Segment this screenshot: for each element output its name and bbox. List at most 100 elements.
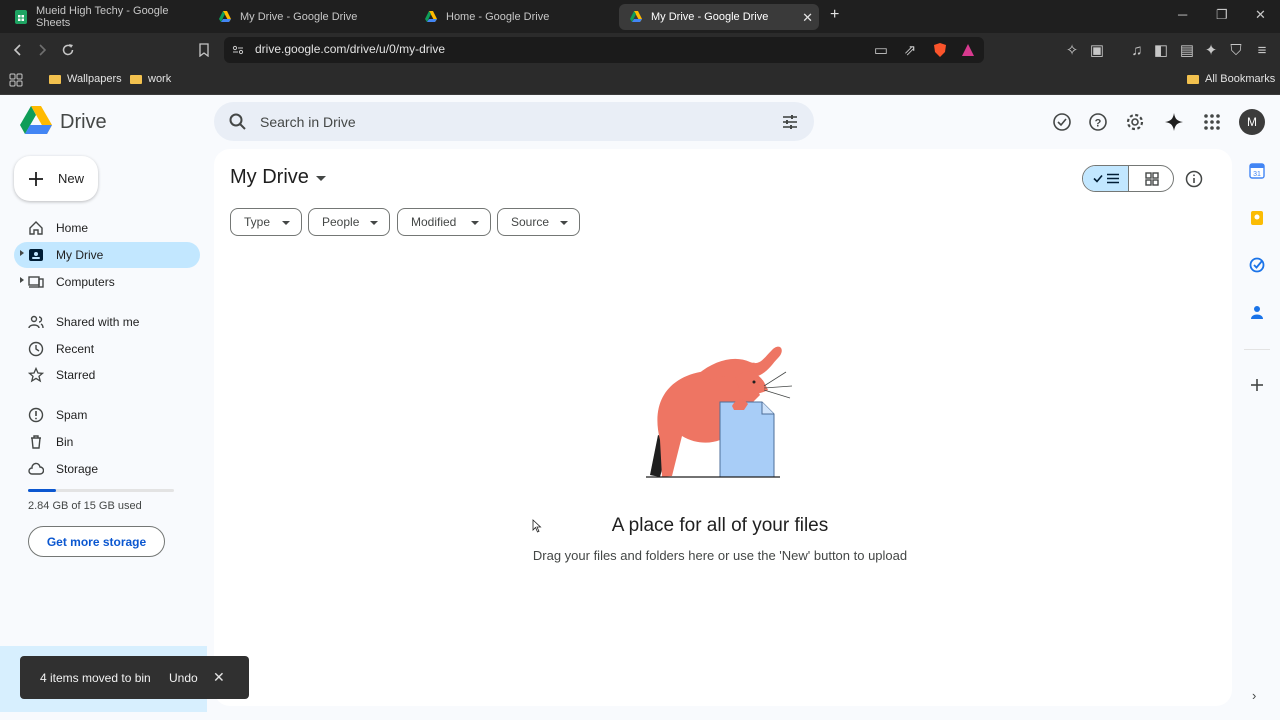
wallet-icon[interactable]: ▤ [1177,40,1197,60]
star-icon [28,367,44,383]
help-icon[interactable]: ? [1087,111,1109,133]
sidebar-item-home[interactable]: Home [14,215,200,241]
sidebar-item-label: Computers [56,275,115,289]
list-view-icon [1093,173,1119,184]
sidebar-toggle-icon[interactable]: ◧ [1151,40,1171,60]
media-icon[interactable]: ♫ [1127,40,1147,60]
bookmark-wallpapers[interactable]: Wallpapers [49,73,122,85]
sidebar-item-storage[interactable]: Storage [14,456,200,482]
brave-rewards-icon[interactable] [958,40,978,60]
forward-icon[interactable] [32,40,52,60]
page-title[interactable]: My Drive [230,166,309,189]
bookmark-work[interactable]: work [130,73,171,85]
window-close-icon[interactable]: ✕ [1255,7,1266,23]
reload-icon[interactable] [58,40,78,60]
sidebar-item-shared-with-me[interactable]: Shared with me [14,309,200,335]
folder-icon [130,74,142,84]
browser-tab-sheets[interactable]: Mueid High Techy - Google Sheets [4,4,202,30]
cast-icon[interactable]: ▭ [871,40,891,60]
plus-icon [29,171,43,186]
sidebar-item-label: Bin [56,435,74,449]
sidebar-item-computers[interactable]: Computers [14,269,200,295]
expand-side-panel-icon[interactable]: › [1252,688,1256,703]
sidebar-item-label: Home [56,221,89,235]
calendar-icon[interactable]: 31 [1249,163,1265,179]
filter-chip-label: Modified [411,215,457,229]
search-icon[interactable] [228,112,248,132]
bookmark-label: Wallpapers [67,73,122,85]
site-info-icon[interactable] [228,40,248,60]
filter-chip-people[interactable]: People [308,208,390,236]
sidebar-item-my-drive[interactable]: My Drive [14,242,200,268]
apps-grid-icon[interactable] [9,73,23,87]
minimize-icon[interactable]: ─ [1178,7,1187,22]
sidebar-item-spam[interactable]: Spam [14,402,200,428]
spam-icon [28,407,44,423]
empty-state-cat-illustration [646,346,793,478]
new-tab-button[interactable]: + [830,6,839,24]
tab-title: My Drive - Google Drive [240,11,358,23]
browser-tab-my-drive[interactable]: My Drive - Google Drive [208,4,408,30]
grid-view-icon [1145,172,1159,186]
menu-icon[interactable]: ≡ [1252,40,1272,60]
offline-ready-icon[interactable] [1051,111,1073,133]
new-button[interactable]: New [14,156,98,201]
all-bookmarks[interactable]: All Bookmarks [1187,73,1275,85]
bookmark-icon[interactable] [194,40,214,60]
svg-text:?: ? [1095,118,1102,130]
app-title[interactable]: Drive [60,111,107,134]
tasks-icon[interactable] [1249,257,1265,273]
expand-caret-icon[interactable] [20,250,24,256]
my-drive-icon [29,249,43,261]
drive-logo-icon[interactable] [20,106,52,134]
filter-chip-source[interactable]: Source [497,208,580,236]
bookmark-label: work [148,73,172,85]
browser-tab-active[interactable]: My Drive - Google Drive ✕ [619,4,819,30]
expand-caret-icon[interactable] [20,277,24,283]
undo-button[interactable]: Undo [169,671,198,685]
browser-tab-home-drive[interactable]: Home - Google Drive [414,4,614,30]
sidebar-item-label: My Drive [56,248,104,262]
filter-chip-type[interactable]: Type [230,208,302,236]
brave-shield-icon[interactable] [930,40,950,60]
contacts-icon[interactable] [1249,304,1265,320]
keep-icon[interactable] [1249,210,1265,226]
reader-icon[interactable]: ▣ [1087,40,1107,60]
close-icon[interactable]: ✕ [213,669,225,686]
vpn-icon[interactable]: ⛉ [1226,40,1246,60]
restore-icon[interactable]: ❐ [1216,7,1228,23]
add-addon-icon[interactable] [1249,377,1265,393]
back-icon[interactable] [8,40,28,60]
google-apps-icon[interactable] [1201,111,1223,133]
sidebar-item-bin[interactable]: Bin [14,429,200,455]
sidebar-item-label: Starred [56,368,96,382]
sidebar-item-label: Recent [56,342,95,356]
bookmarks-bar [0,67,1280,95]
leo-ai-icon[interactable]: ✦ [1201,40,1221,60]
grid-view-button[interactable] [1129,166,1173,191]
info-icon[interactable] [1185,170,1203,188]
tab-title: My Drive - Google Drive [651,11,769,23]
sidebar-item-starred[interactable]: Starred [14,362,200,388]
filter-chip-modified[interactable]: Modified [397,208,491,236]
avatar[interactable]: M [1239,109,1265,135]
empty-state-subtitle: Drag your files and folders here or use … [532,548,908,563]
sidebar-item-recent[interactable]: Recent [14,336,200,362]
dropdown-arrow-icon [282,221,290,225]
close-tab-icon[interactable]: ✕ [802,10,813,26]
title-dropdown-icon[interactable] [316,176,326,181]
empty-state-title: A place for all of your files [611,515,829,536]
storage-usage-text: 2.84 GB of 15 GB used [28,500,142,512]
filter-chip-label: Source [511,215,550,229]
search-options-icon[interactable] [780,112,800,132]
tab-title: Mueid High Techy - Google Sheets [36,5,169,29]
extensions-icon[interactable]: ✧ [1062,40,1082,60]
filter-chip-label: People [322,215,360,229]
share-icon[interactable]: ⇗ [900,40,920,60]
settings-gear-icon[interactable] [1124,111,1146,133]
search-input[interactable]: Search in Drive [260,114,356,130]
drive-icon [629,10,643,24]
list-view-button[interactable] [1083,166,1129,191]
gemini-icon[interactable] [1163,111,1185,133]
cloud-icon [28,462,44,475]
